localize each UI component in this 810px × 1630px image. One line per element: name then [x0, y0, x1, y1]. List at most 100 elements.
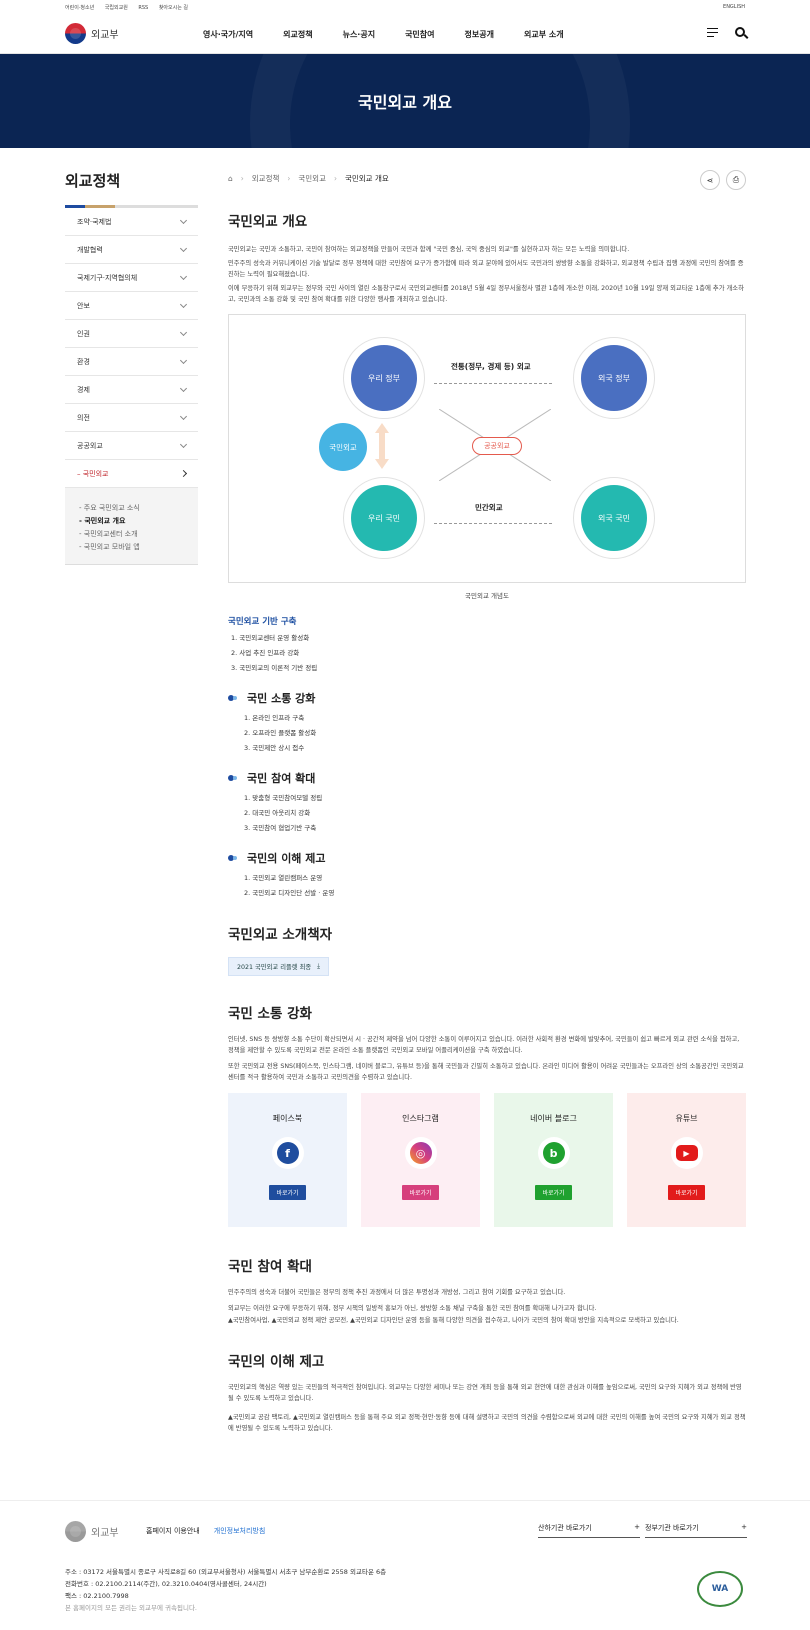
intro-title: 국민외교 개요 — [228, 214, 308, 230]
list-item: 1. 맞춤형 국민참여모델 정립 — [244, 794, 323, 802]
sidebar-item-human-rights[interactable]: 인권 — [65, 320, 198, 348]
chevron-down-icon — [179, 328, 188, 336]
chevron-down-icon — [179, 244, 188, 252]
facebook-icon: f — [271, 1137, 304, 1169]
sidebar-item-environment[interactable]: 환경 — [65, 348, 198, 376]
breadcrumb: ⌂ › 외교정책 › 국민외교 › 국민외교 개요 — [228, 170, 746, 186]
sidebar-item-label: 공공외교 — [77, 441, 103, 450]
share-icon[interactable]: ⋖ — [700, 170, 720, 190]
util-link-nda[interactable]: 국립외교원 — [105, 5, 128, 11]
sidebar-item-active-label: 국민외교 — [82, 469, 109, 478]
sidebar-item-public-diplomacy[interactable]: 공공외교 — [65, 432, 198, 460]
sidebar-submenu: - 주요 국민외교 소식 - 국민외교 개요 - 국민외교센터 소개 - 국민외… — [65, 488, 198, 565]
list-item: 3. 국민제안 상시 접수 — [244, 744, 305, 752]
sns-go-button[interactable]: 바로가기 — [269, 1185, 306, 1200]
sidebar-item-economy[interactable]: 경제 — [65, 376, 198, 404]
sns-card-facebook: 페이스북 f 바로가기 — [228, 1093, 347, 1227]
sns-go-button[interactable]: 바로가기 — [668, 1185, 705, 1200]
menu-policy[interactable]: 외교정책 — [283, 29, 312, 40]
public-diplomacy-badge: 공공외교 — [472, 437, 522, 455]
search-icon[interactable] — [735, 27, 745, 37]
submenu-label: 국민외교 개요 — [84, 517, 126, 525]
section-heading-text: 국민 참여 확대 — [247, 772, 316, 785]
select-label: 산하기관 바로가기 — [538, 1524, 592, 1532]
menu-about[interactable]: 외교부 소개 — [524, 29, 564, 40]
chevron-right-icon — [179, 469, 188, 478]
intro-paragraph: 민주주의 성숙과 커뮤니케이션 기술 발달로 정부 정책에 대한 국민참여 요구… — [228, 260, 744, 278]
submenu-item[interactable]: - 국민외교 모바일 앱 — [79, 541, 184, 554]
sidebar-item-people-diplomacy[interactable]: – 국민외교 — [65, 460, 198, 488]
sns-go-button[interactable]: 바로가기 — [402, 1185, 439, 1200]
submenu-item-active[interactable]: - 국민외교 개요 — [79, 515, 184, 528]
section-list: 1. 국민외교 열린캠퍼스 운영 2. 국민외교 디자인단 선발 · 운영 — [228, 871, 746, 901]
sidebar-item-label: 환경 — [77, 357, 90, 366]
menu-consular[interactable]: 영사·국가/지역 — [203, 29, 253, 40]
util-link-rss[interactable]: RSS — [138, 5, 148, 11]
understand-paragraph: ▲국민외교 공감 팩토리, ▲국민외교 열린캠퍼스 등을 통해 주요 외교 정책… — [228, 1414, 746, 1432]
our-gov-label: 우리 정부 — [351, 345, 417, 411]
submenu-item[interactable]: - 국민외교센터 소개 — [79, 528, 184, 541]
footer-guide-link[interactable]: 홈페이지 이용안내 — [146, 1526, 200, 1536]
menu-disclosure[interactable]: 정보공개 — [465, 29, 494, 40]
section-heading-text: 국민 소통 강화 — [247, 692, 316, 705]
print-icon[interactable]: ⎙ — [726, 170, 746, 190]
sidebar-item-development[interactable]: 개발협력 — [65, 236, 198, 264]
intro-paragraph: 국민외교는 국민과 소통하고, 국민이 참여하는 외교정책을 만들어 국민과 함… — [228, 246, 630, 253]
instagram-icon: ◎ — [404, 1137, 437, 1169]
civil-arrow — [434, 523, 552, 524]
affiliated-select[interactable]: 산하기관 바로가기 + — [538, 1523, 640, 1538]
sidebar-item-label: – 국민외교 — [77, 469, 109, 478]
intro-paragraph: 이에 부응하기 위해 외교부는 정부와 국민 사이의 열린 소통창구로서 국민외… — [228, 285, 744, 303]
web-accessibility-mark-icon: WA — [697, 1571, 743, 1607]
sidebar-item-label: 의전 — [77, 413, 90, 422]
sidebar-item-label: 조약·국제법 — [77, 217, 112, 226]
our-gov-node: 우리 정부 — [343, 337, 425, 419]
address-text: 주소 : 03172 서울특별시 종로구 사직로8길 60 (외교부서울청사) … — [65, 1568, 387, 1576]
breadcrumb-item[interactable]: 국민외교 — [298, 173, 326, 184]
home-icon[interactable]: ⌂ — [228, 174, 233, 183]
breadcrumb-item[interactable]: 외교정책 — [252, 173, 280, 184]
sidebar: 외교정책 조약·국제법 개발협력 국제기구·지역협의체 안보 인권 환경 경제 … — [65, 170, 198, 565]
submenu-item[interactable]: - 주요 국민외교 소식 — [79, 502, 184, 515]
section-heading: 국민 참여 확대 — [228, 770, 746, 786]
select-label: 정부기관 바로가기 — [645, 1524, 699, 1532]
sns-name: 유튜브 — [675, 1114, 698, 1123]
chevron-down-icon — [179, 412, 188, 420]
menu-news[interactable]: 뉴스·공지 — [343, 29, 375, 40]
sidebar-item-intl-org[interactable]: 국제기구·지역협의체 — [65, 264, 198, 292]
util-link-kids[interactable]: 어린이·청소년 — [65, 5, 94, 11]
english-link[interactable]: ENGLISH — [723, 4, 745, 10]
site-logo[interactable]: 외교부 — [65, 23, 215, 44]
vertical-double-arrow-icon — [375, 423, 389, 469]
breadcrumb-current: 국민외교 개요 — [344, 173, 389, 183]
sidebar-item-security[interactable]: 안보 — [65, 292, 198, 320]
phone-text: 전화번호 : 02.2100.2114(주간), 02.3210.0404(영사… — [65, 1580, 267, 1588]
sidebar-item-label: 안보 — [77, 301, 90, 310]
download-label: 2021 국민외교 리플렛 최종 — [237, 964, 312, 971]
section-list: 1. 온라인 인프라 구축 2. 오프라인 플랫폼 활성화 3. 국민제안 상시… — [228, 711, 746, 756]
civil-diplomacy-label: 민간외교 — [475, 503, 503, 512]
page-tools: ⋖ ⎙ — [700, 170, 746, 190]
footer-links: 홈페이지 이용안내 개인정보처리방침 — [146, 1526, 265, 1536]
hamburger-menu-icon[interactable] — [707, 27, 718, 38]
base-list: 1. 국민외교센터 운영 활성화 2. 사업 추진 인프라 강화 3. 국민외교… — [228, 631, 746, 676]
copyright-text: 본 홈페이지의 모든 권리는 외교부에 귀속됩니다. — [65, 1604, 197, 1612]
plus-icon: + — [634, 1523, 640, 1531]
our-people-node: 우리 국민 — [343, 477, 425, 559]
footer-privacy-link[interactable]: 개인정보처리방침 — [214, 1526, 266, 1536]
sns-go-button[interactable]: 바로가기 — [535, 1185, 572, 1200]
sidebar-item-protocol[interactable]: 의전 — [65, 404, 198, 432]
participate-paragraph: 민주주의의 성숙과 더불어 국민들은 정부의 정책 추진 과정에서 더 많은 투… — [228, 1289, 566, 1296]
booklet-download-button[interactable]: 2021 국민외교 리플렛 최종 ⤓ — [228, 957, 329, 976]
list-item: 1. 국민외교 열린캠퍼스 운영 — [244, 874, 323, 882]
sns-name: 페이스북 — [272, 1114, 303, 1123]
footer-logo: 외교부 — [65, 1521, 119, 1542]
foreign-gov-node: 외국 정부 — [573, 337, 655, 419]
gov-select[interactable]: 정부기관 바로가기 + — [645, 1523, 747, 1538]
menu-participation[interactable]: 국민참여 — [405, 29, 434, 40]
sidebar-item-treaty[interactable]: 조약·국제법 — [65, 208, 198, 236]
util-link-map[interactable]: 찾아오시는 길 — [159, 5, 188, 11]
comm-paragraph: 인터넷, SNS 등 쌍방향 소통 수단이 확산되면서 시 · 공간적 제약을 … — [228, 1036, 740, 1054]
list-item: 2. 사업 추진 인프라 강화 — [231, 649, 300, 657]
concept-diagram: 우리 정부 외국 정부 우리 국민 외국 국민 국민외교 전통(정무, 경제 등… — [228, 314, 746, 583]
